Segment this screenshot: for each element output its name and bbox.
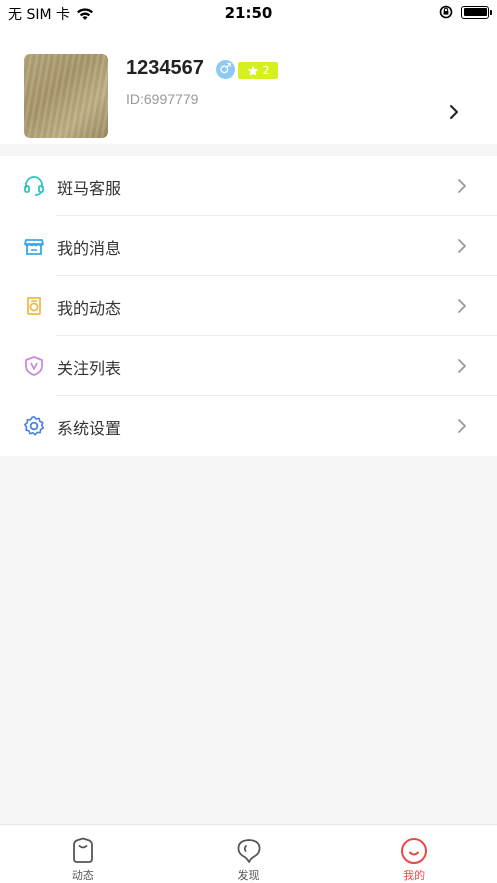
gear-icon — [24, 416, 45, 436]
tab-label: 动态 — [71, 869, 94, 882]
chevron-right-icon — [458, 419, 466, 433]
menu-item-label: 系统设置 — [57, 419, 122, 438]
menu-item-label: 关注列表 — [57, 359, 122, 378]
star-icon — [247, 65, 258, 76]
chevron-right-icon — [458, 299, 466, 313]
level-badge: 2 — [238, 62, 278, 79]
status-icons — [439, 5, 492, 19]
shield-icon — [25, 356, 43, 376]
headset-icon — [24, 176, 44, 196]
menu-item-customer-service[interactable]: 斑马客服 — [0, 156, 497, 216]
tab-label: 发现 — [237, 869, 260, 882]
male-icon: ♂ — [216, 60, 235, 79]
menu-item-moments[interactable]: 我的动态 — [0, 276, 497, 336]
tab-feed[interactable]: 动态 — [0, 825, 166, 883]
chevron-right-icon — [458, 359, 466, 373]
profile-header[interactable]: 1234567 ♂ 2 ID:6997779 — [0, 26, 497, 144]
chevron-right-icon — [458, 239, 466, 253]
feed-icon — [72, 837, 93, 863]
tab-label: 我的 — [403, 869, 426, 882]
username: 1234567 — [126, 57, 204, 79]
tab-bar: 动态 发现 我的 — [0, 824, 497, 883]
menu-item-follow-list[interactable]: 关注列表 — [0, 336, 497, 396]
tab-discover[interactable]: 发现 — [166, 825, 332, 883]
menu-item-messages[interactable]: 我的消息 — [0, 216, 497, 276]
menu-list: 斑马客服 我的消息 我的动态 关注列表 系统设置 — [0, 156, 497, 456]
avatar[interactable] — [24, 54, 108, 138]
profile-icon — [401, 838, 428, 864]
orientation-lock-icon — [439, 5, 453, 19]
menu-item-settings[interactable]: 系统设置 — [0, 396, 497, 456]
user-id: ID:6997779 — [126, 91, 199, 107]
camera-icon — [27, 297, 41, 315]
chevron-right-icon[interactable] — [447, 104, 461, 120]
battery-icon — [461, 5, 492, 19]
discover-icon — [237, 839, 260, 863]
tab-profile[interactable]: 我的 — [331, 825, 497, 883]
level-value: 2 — [262, 64, 270, 77]
menu-item-label: 我的消息 — [57, 239, 122, 258]
clock: 21:50 — [224, 4, 273, 22]
menu-item-label: 我的动态 — [57, 299, 122, 318]
chevron-right-icon — [458, 179, 466, 193]
menu-item-label: 斑马客服 — [57, 179, 122, 198]
store-icon — [24, 239, 44, 255]
status-bar: 无 SIM 卡 21:50 — [0, 0, 497, 26]
